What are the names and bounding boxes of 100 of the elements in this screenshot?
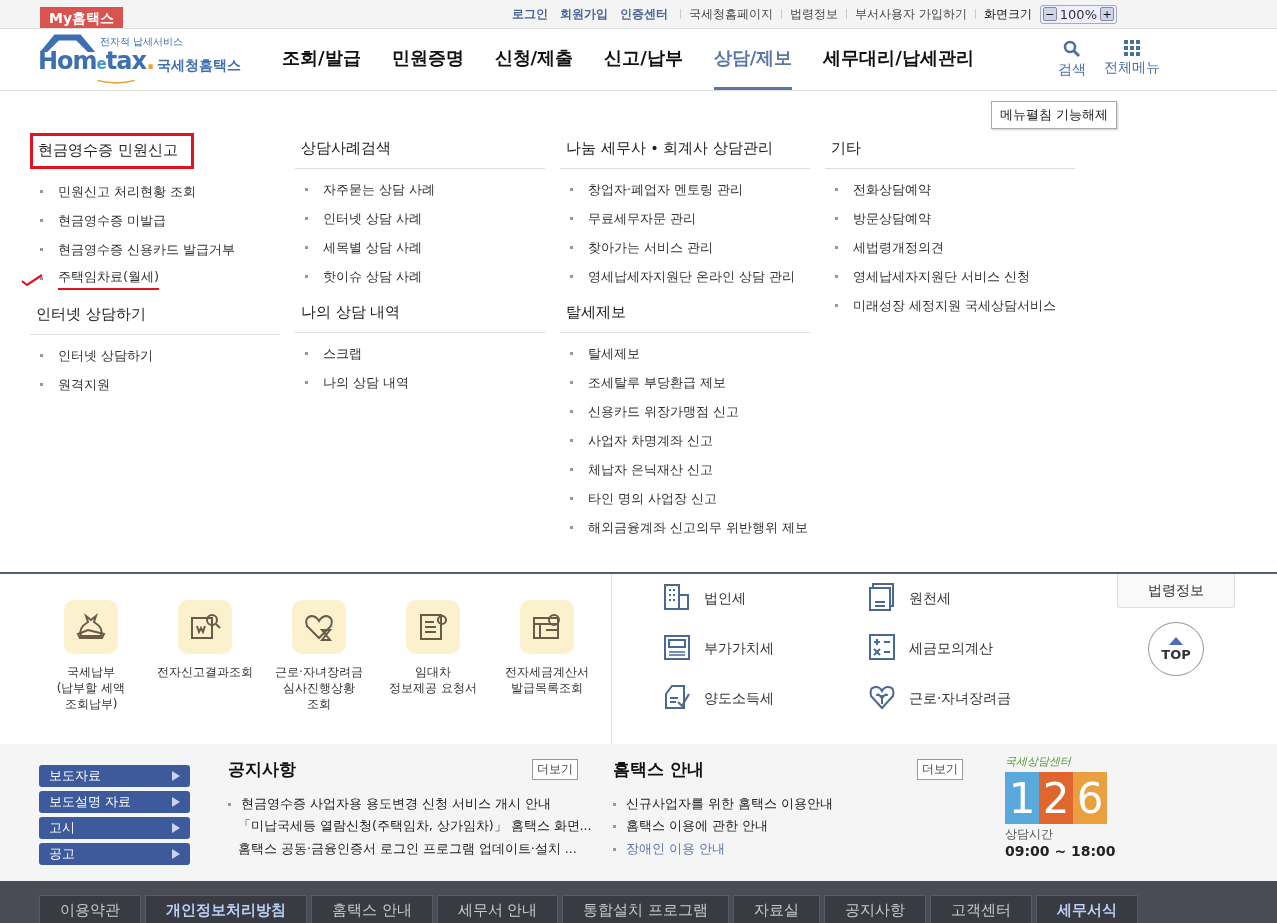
menu-link[interactable]: 세법령개정의견 — [853, 238, 944, 257]
law-info-button[interactable]: 법령정보 — [1117, 574, 1235, 608]
menu-group-title: 현금영수증 민원신고 — [30, 133, 194, 169]
footer-tab[interactable]: 공지사항 — [823, 895, 926, 923]
top-link[interactable]: 회원가입 — [560, 5, 608, 23]
side-menu-button[interactable]: 보도자료 — [39, 765, 190, 787]
check-mark-icon — [20, 273, 44, 287]
menu-link[interactable]: 민원신고 처리현황 조회 — [58, 182, 197, 201]
notice-link[interactable]: 홈택스 공동·금융인증서 로그인 프로그램 업데이트·설치 ... — [238, 840, 577, 858]
menu-link[interactable]: 찾아가는 서비스 관리 — [588, 238, 714, 257]
tax-link[interactable]: 양도소득세 — [662, 674, 867, 724]
top-link[interactable]: 로그인 — [512, 5, 548, 23]
menu-link[interactable]: 인터넷 상담하기 — [58, 346, 154, 365]
caret-right-icon — [172, 823, 180, 833]
menu-link[interactable]: 타인 명의 사업장 신고 — [588, 489, 718, 508]
menu-link[interactable]: 핫이슈 상담 사례 — [323, 267, 423, 286]
nav-tab[interactable]: 신청/제출 — [494, 29, 574, 90]
menu-link[interactable]: 현금영수증 신용카드 발급거부 — [58, 240, 236, 259]
tax-link[interactable]: 근로·자녀장려금 — [867, 674, 1072, 724]
menu-link[interactable]: 해외금융계좌 신고의무 위반행위 제보 — [588, 518, 809, 537]
menu-link[interactable]: 창업자·폐업자 멘토링 관리 — [588, 180, 744, 199]
menu-link[interactable]: 사업자 차명계좌 신고 — [588, 431, 714, 450]
menu-link[interactable]: 체납자 은닉재산 신고 — [588, 460, 714, 479]
menu-link[interactable]: 방문상담예약 — [853, 209, 931, 228]
zoom-in-button[interactable]: + — [1100, 7, 1114, 21]
notice-link[interactable]: 「미납국세등 열람신청(주택임차, 상가임차)」 홈택스 화면... — [238, 818, 592, 836]
more-button[interactable]: 더보기 — [532, 759, 578, 780]
zoom-value: 100% — [1059, 6, 1097, 22]
menu-link[interactable]: 현금영수증 미발급 — [58, 211, 167, 230]
menu-link[interactable]: 조세탈루 부당환급 제보 — [588, 373, 727, 392]
menu-link[interactable]: 전화상담예약 — [853, 180, 931, 199]
caret-right-icon — [172, 849, 180, 859]
side-menu-button[interactable]: 공고 — [39, 843, 190, 865]
notice-link[interactable]: 장애인 이용 안내 — [626, 840, 725, 858]
notice-link[interactable]: 홈택스 이용에 관한 안내 — [626, 818, 768, 836]
more-button[interactable]: 더보기 — [917, 759, 963, 780]
footer-tab[interactable]: 자료실 — [732, 895, 820, 923]
collapse-menu-button[interactable]: 메뉴펼침 기능해제 — [990, 101, 1117, 129]
menu-link[interactable]: 세목별 상담 사례 — [323, 238, 423, 257]
logo-name[interactable]: 국세청홈택스 — [157, 50, 242, 79]
quick-service-link[interactable]: 전자세금계산서 발급목록조회 — [496, 600, 598, 744]
board-title: 홈택스 안내 — [613, 758, 704, 781]
top-link[interactable]: 국세청홈페이지 — [689, 5, 773, 23]
side-menu-button[interactable]: 보도설명 자료 — [39, 791, 190, 813]
top-link[interactable]: 인증센터 — [620, 5, 668, 23]
menu-group-title: 탈세제보 — [560, 297, 810, 333]
menu-group-title: 기타 — [825, 133, 1075, 169]
side-menu-button[interactable]: 고시 — [39, 817, 190, 839]
menu-link[interactable]: 인터넷 상담 사례 — [323, 209, 423, 228]
swoosh-icon — [96, 78, 136, 86]
menu-link[interactable]: 영세납세자지원단 온라인 상담 관리 — [588, 267, 796, 286]
hours-text: 09:00 ~ 18:00 — [1005, 843, 1116, 859]
menu-link[interactable]: 영세납세자지원단 서비스 신청 — [853, 267, 1031, 286]
footer-tab[interactable]: 세무서 안내 — [436, 895, 559, 923]
invoice-search-icon — [520, 600, 574, 654]
tax-link[interactable]: 부가가치세 — [662, 624, 867, 674]
menu-link[interactable]: 자주묻는 상담 사례 — [323, 180, 436, 199]
nav-tab[interactable]: 조회/발급 — [282, 29, 361, 90]
board-title: 공지사항 — [228, 758, 296, 781]
menu-link[interactable]: 탈세제보 — [588, 344, 640, 363]
footer-tab[interactable]: 통합설치 프로그램 — [562, 895, 729, 923]
menu-link[interactable]: 신용카드 위장가맹점 신고 — [588, 402, 740, 421]
my-hometax-button[interactable]: My홈택스 — [40, 7, 124, 28]
nav-tab[interactable]: 민원증명 — [391, 29, 464, 90]
quick-service-link[interactable]: 전자신고결과조회 — [154, 600, 256, 744]
top-link[interactable]: 부서사용자 가입하기 — [855, 5, 967, 23]
menu-link[interactable]: 나의 상담 내역 — [323, 373, 410, 392]
quick-service-link[interactable]: 임대차 정보제공 요청서 — [382, 600, 484, 744]
footer-tab[interactable]: 홈택스 안내 — [311, 895, 433, 923]
top-link[interactable]: 법령정보 — [790, 5, 838, 23]
footer-tab[interactable]: 이용약관 — [39, 895, 141, 923]
caret-right-icon — [172, 797, 180, 807]
menu-link[interactable]: 무료세무자문 관리 — [588, 209, 697, 228]
caret-up-icon — [1169, 636, 1183, 645]
caret-right-icon — [172, 771, 180, 781]
menu-link[interactable]: 미래성장 세정지원 국세상담서비스 — [853, 296, 1057, 315]
menu-link[interactable]: 원격지원 — [58, 375, 110, 394]
footer-tab[interactable]: 고객센터 — [929, 895, 1032, 923]
nav-tab[interactable]: 세무대리/납세관리 — [823, 29, 974, 90]
quick-service-link[interactable]: 근로·자녀장려금 심사진행상황 조회 — [268, 600, 370, 744]
menu-group-title: 나의 상담 내역 — [295, 297, 545, 333]
scroll-top-button[interactable]: TOP — [1148, 622, 1204, 676]
call-center-title: 국세상담센터 — [1005, 754, 1071, 769]
search-button[interactable]: 검색 — [1057, 40, 1086, 79]
document-search-icon — [178, 600, 232, 654]
tax-link[interactable]: 원천세 — [867, 574, 1072, 624]
zoom-out-button[interactable]: − — [1042, 7, 1057, 21]
logo-tagline: 전자적 납세서비스 — [100, 34, 184, 49]
all-menu-button[interactable]: 전체메뉴 — [1103, 40, 1160, 79]
quick-service-link[interactable]: 국세납부 (납부할 세액 조회납부) — [40, 600, 142, 744]
nav-tab[interactable]: 신고/납부 — [604, 29, 683, 90]
tax-link[interactable]: 세금모의계산 — [867, 624, 1072, 674]
tax-link[interactable]: 법인세 — [662, 574, 867, 624]
footer-tab[interactable]: 세무서식 — [1035, 895, 1138, 923]
notice-link[interactable]: 신규사업자를 위한 홈택스 이용안내 — [626, 795, 833, 813]
menu-link[interactable]: 스크랩 — [323, 344, 362, 363]
menu-link[interactable]: 주택임차료(월세) — [58, 267, 160, 290]
notice-link[interactable]: 현금영수증 사업자용 용도변경 신청 서비스 개시 안내 — [241, 795, 551, 813]
menu-group-title: 나눔 세무사 • 회계사 상담관리 — [560, 133, 810, 169]
footer-tab[interactable]: 개인정보처리방침 — [145, 895, 307, 923]
